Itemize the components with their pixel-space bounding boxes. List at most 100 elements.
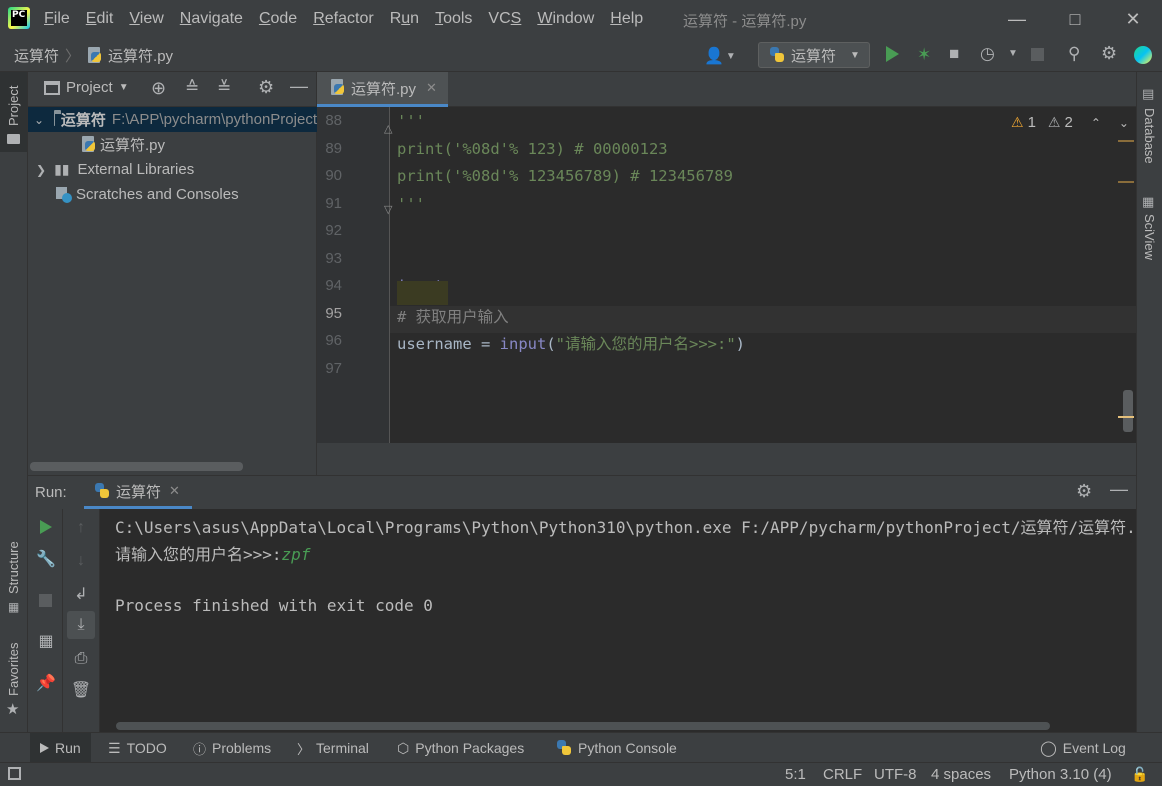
- structure-stripe-button[interactable]: Structure ▦: [0, 532, 27, 618]
- project-horizontal-scrollbar[interactable]: [30, 462, 243, 471]
- run-tool-button[interactable]: Run: [30, 733, 91, 763]
- database-stripe-label: Database: [1142, 108, 1157, 164]
- todo-tool-label: TODO: [126, 740, 167, 756]
- menu-item[interactable]: Edit: [86, 10, 114, 28]
- run-tab[interactable]: 运算符 ✕: [84, 476, 192, 509]
- indent-setting[interactable]: 4 spaces: [931, 766, 991, 783]
- close-window-icon[interactable]: ✕: [1104, 0, 1162, 38]
- previous-highlight-icon[interactable]: ⌃: [1091, 116, 1101, 130]
- console-finished-line: Process finished with exit code 0: [115, 596, 433, 615]
- coverage-icon[interactable]: ■: [949, 44, 959, 64]
- wrench-icon[interactable]: 🔧: [36, 550, 56, 568]
- python-console-tool-button[interactable]: Python Console: [556, 733, 677, 763]
- trash-icon[interactable]: 🗑: [71, 681, 91, 699]
- run-toolbar-primary: 🔧 ▦ 📌: [28, 509, 63, 733]
- menu-item[interactable]: Window: [537, 10, 594, 28]
- error-stripe-mark[interactable]: [1118, 181, 1134, 183]
- structure-stripe-label: Structure: [6, 541, 21, 594]
- options-gear-icon[interactable]: ⚙: [258, 77, 274, 98]
- menu-item[interactable]: Run: [390, 10, 419, 28]
- stop-icon[interactable]: [39, 594, 52, 607]
- code-line: ''': [397, 112, 425, 130]
- close-tab-icon[interactable]: ✕: [426, 80, 437, 96]
- plugin-icon[interactable]: [1134, 46, 1152, 64]
- python-console-tool-label: Python Console: [578, 740, 677, 756]
- python-interpreter[interactable]: Python 3.10 (4): [1009, 766, 1112, 783]
- todo-tool-button[interactable]: ☰ TODO: [108, 733, 167, 763]
- print-icon[interactable]: ⎙: [72, 650, 90, 668]
- minimize-icon[interactable]: —: [988, 0, 1046, 38]
- hide-panel-icon[interactable]: —: [290, 76, 308, 97]
- next-highlight-icon[interactable]: ⌄: [1119, 116, 1129, 130]
- rerun-icon[interactable]: [40, 520, 52, 534]
- menu-item[interactable]: Tools: [435, 10, 472, 28]
- python-icon: [769, 47, 785, 63]
- menu-item[interactable]: Help: [610, 10, 643, 28]
- inspection-widget[interactable]: ⚠ 1 ⚠ 2 ⌃ ⌄: [1011, 114, 1129, 131]
- debug-icon[interactable]: ✶: [917, 45, 931, 65]
- expand-all-icon[interactable]: ≙: [185, 78, 199, 98]
- pin-icon[interactable]: 📌: [36, 674, 56, 692]
- tree-scratches-row[interactable]: Scratches and Consoles: [28, 182, 317, 207]
- more-run-chevron-icon[interactable]: ▼: [1008, 48, 1018, 59]
- caret-position[interactable]: 5:1: [785, 766, 806, 783]
- menu-item[interactable]: View: [129, 10, 163, 28]
- console-horizontal-scrollbar[interactable]: [116, 722, 1050, 730]
- arrow-up-icon[interactable]: ↑: [72, 519, 90, 537]
- usage-highlight: [397, 281, 448, 305]
- menu-item[interactable]: Code: [259, 10, 297, 28]
- file-encoding[interactable]: UTF-8: [874, 766, 917, 783]
- sciview-stripe-button[interactable]: SciView: [1137, 210, 1162, 290]
- run-settings-gear-icon[interactable]: ⚙: [1076, 481, 1092, 502]
- terminal-tool-button[interactable]: 〉 Terminal: [297, 733, 369, 763]
- menu-item[interactable]: Navigate: [180, 10, 243, 28]
- user-account-icon[interactable]: 👤 ▼: [704, 46, 736, 66]
- database-stripe-button[interactable]: Database: [1137, 102, 1162, 202]
- project-stripe-button[interactable]: Project: [0, 72, 27, 152]
- sciview-stripe-label: SciView: [1142, 214, 1157, 261]
- editor-tab-label: 运算符.py: [351, 80, 417, 98]
- event-log-tool-button[interactable]: ◯ Event Log: [1040, 733, 1126, 763]
- problems-tool-button[interactable]: ⓘ Problems: [193, 733, 271, 763]
- hide-run-panel-icon[interactable]: —: [1110, 479, 1128, 500]
- close-tab-icon[interactable]: ✕: [169, 483, 180, 499]
- scroll-to-end-toggle[interactable]: ⤓: [67, 611, 95, 639]
- chevron-down-icon: ⌄: [34, 112, 45, 127]
- locate-file-icon[interactable]: ⊕: [151, 78, 166, 99]
- tree-file-row[interactable]: 运算符.py: [28, 132, 317, 157]
- line-separator[interactable]: CRLF: [823, 766, 862, 783]
- collapse-all-icon[interactable]: ≚: [217, 78, 231, 98]
- status-bar: 5:1 CRLF UTF-8 4 spaces Python 3.10 (4) …: [0, 762, 1162, 786]
- search-icon[interactable]: ⚲: [1068, 44, 1080, 64]
- arrow-down-icon[interactable]: ↓: [72, 552, 90, 570]
- profile-icon[interactable]: ◷: [980, 44, 995, 64]
- tree-root-name: 运算符: [60, 112, 106, 129]
- run-icon[interactable]: [886, 46, 899, 62]
- editor-tab[interactable]: 运算符.py ✕: [317, 72, 448, 107]
- stop-icon[interactable]: [1031, 48, 1044, 61]
- python-packages-tool-button[interactable]: ⬡ Python Packages: [397, 733, 524, 763]
- soft-wrap-icon[interactable]: ↲: [72, 585, 90, 603]
- layout-icon[interactable]: ▦: [37, 632, 55, 650]
- favorites-stripe-button[interactable]: Favorites ★: [0, 638, 27, 720]
- code-area[interactable]: ''' print('%08d'% 123) # 00000123 print('%…: [317, 107, 1136, 443]
- menu-item[interactable]: File: [44, 10, 70, 28]
- project-view-select[interactable]: Project ▼: [44, 79, 129, 96]
- breadcrumb-file[interactable]: 运算符.py: [108, 45, 173, 66]
- lock-icon[interactable]: 🔓: [1131, 766, 1148, 783]
- weak-warning-count: 2: [1064, 114, 1073, 131]
- python-packages-tool-label: Python Packages: [415, 740, 525, 756]
- settings-gear-icon[interactable]: ⚙: [1101, 43, 1117, 64]
- menu-item[interactable]: VCS: [488, 10, 521, 28]
- run-configuration-select[interactable]: 运算符 ▼: [758, 42, 870, 68]
- tree-external-libraries-row[interactable]: ❯ ▮▮ External Libraries: [28, 157, 317, 182]
- breadcrumb-project[interactable]: 运算符: [14, 45, 59, 66]
- tree-root-row[interactable]: ⌄ 运算符 F:\APP\pycharm\pythonProject: [28, 107, 317, 132]
- error-stripe-mark[interactable]: [1118, 140, 1134, 142]
- toggle-tool-windows-icon[interactable]: [8, 767, 21, 780]
- maximize-icon[interactable]: □: [1046, 0, 1104, 38]
- editor-vertical-scrollbar[interactable]: [1123, 390, 1133, 432]
- menu-item[interactable]: Refactor: [313, 10, 373, 28]
- code-line: print('%08d'% 123456789) # 123456789: [397, 167, 733, 185]
- database-icon: ▤: [1142, 86, 1155, 101]
